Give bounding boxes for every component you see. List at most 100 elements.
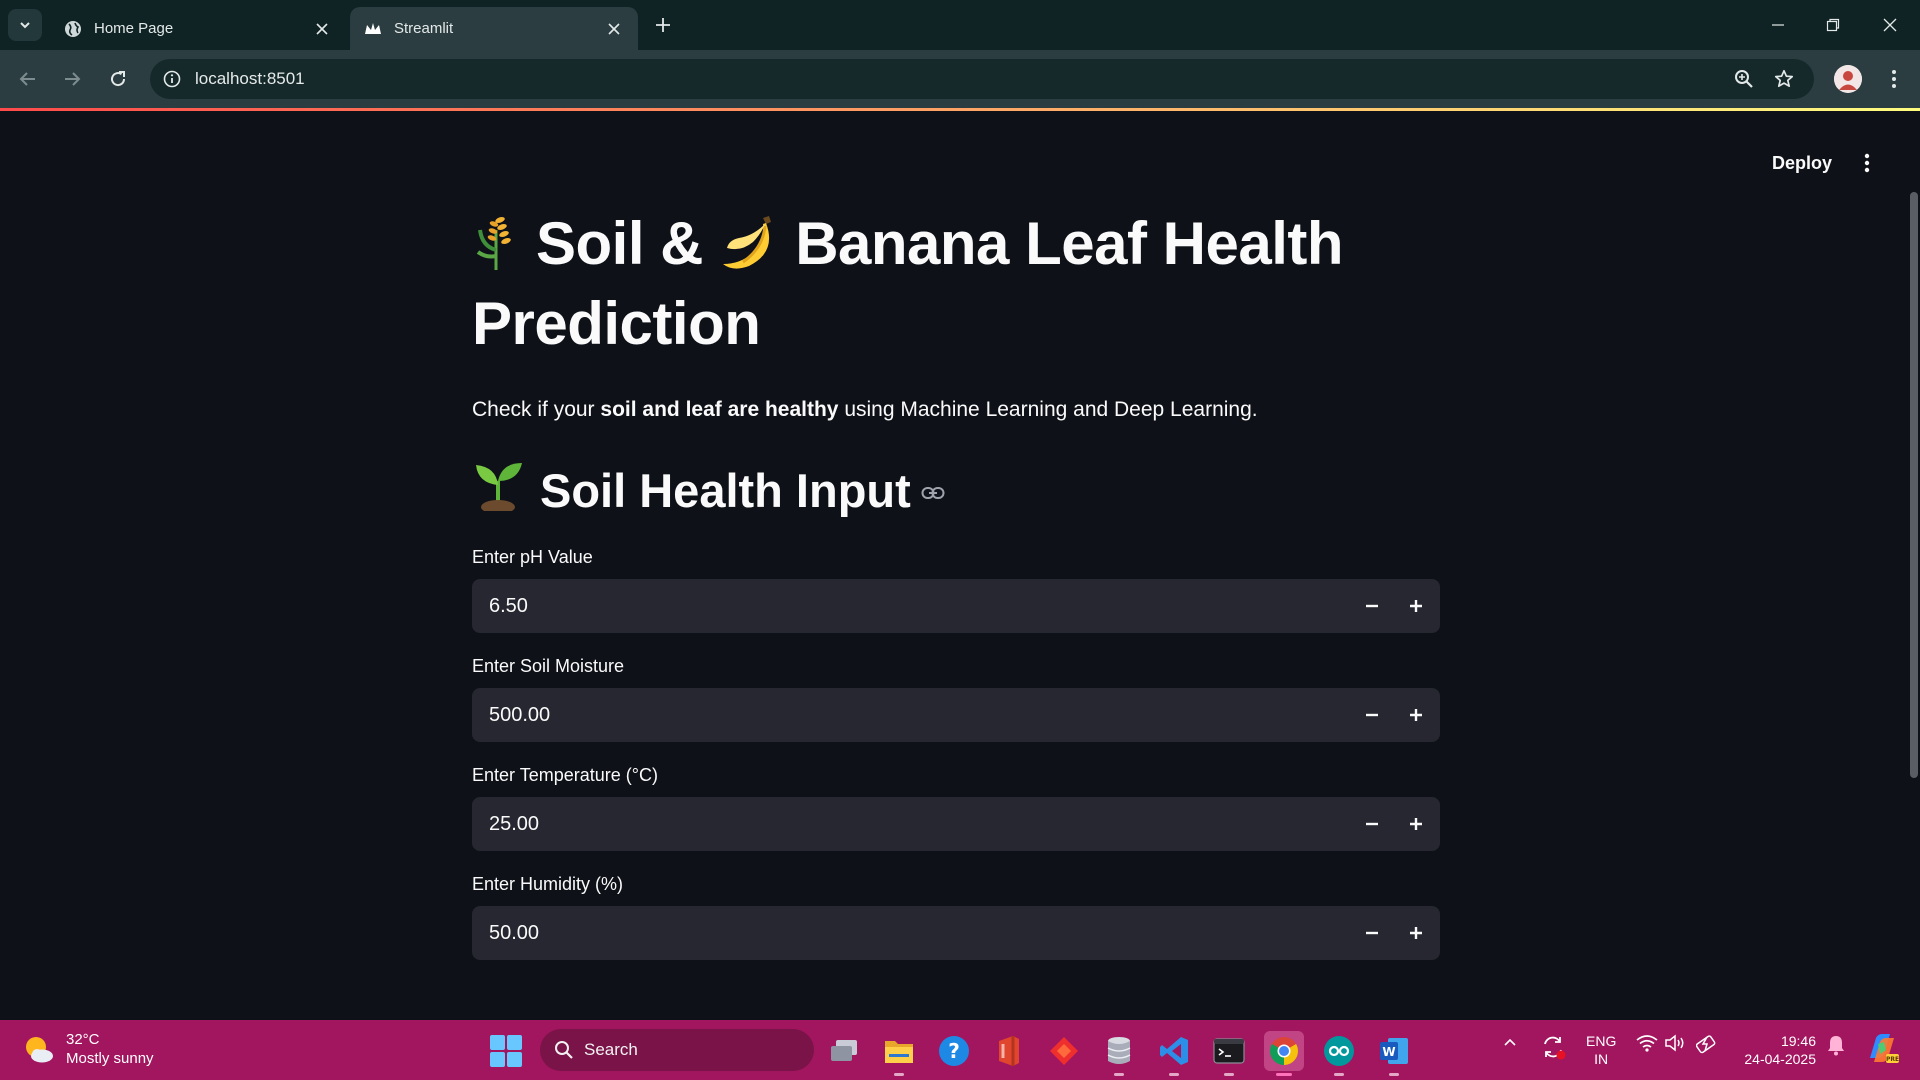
volume-button[interactable] [1665, 1034, 1687, 1052]
new-tab-button[interactable] [650, 12, 676, 38]
temperature-label: Enter Temperature (°C) [472, 765, 658, 785]
weather-widget[interactable]: 32°C Mostly sunny [22, 1030, 154, 1068]
ph-decrement-button[interactable] [1350, 579, 1394, 633]
notifications-button[interactable] [1826, 1034, 1846, 1056]
language-indicator[interactable]: ENG IN [1586, 1032, 1616, 1068]
plus-icon [1410, 709, 1422, 721]
restore-button[interactable] [1815, 10, 1851, 40]
database-app-button[interactable] [1099, 1031, 1139, 1076]
browser-menu-button[interactable] [1878, 63, 1910, 95]
app-menu-button[interactable] [1850, 146, 1884, 180]
anchor-link-icon[interactable] [921, 486, 945, 500]
office-button[interactable] [989, 1031, 1029, 1071]
speaker-icon [1665, 1034, 1684, 1052]
back-button[interactable] [12, 63, 44, 95]
office-icon [999, 1036, 1019, 1066]
humidity-increment-button[interactable] [1394, 906, 1438, 960]
ph-number-input: 6.50 [472, 579, 1440, 633]
close-window-button[interactable] [1872, 10, 1908, 40]
tab-search-button[interactable] [8, 9, 42, 41]
sync-status-button[interactable] [1540, 1034, 1566, 1060]
arrow-right-icon [65, 72, 81, 86]
battery-charging-icon [1696, 1035, 1716, 1054]
wifi-icon [1636, 1035, 1658, 1052]
streamlit-crown-icon [364, 20, 382, 38]
forward-button[interactable] [56, 63, 88, 95]
terminal-button[interactable] [1209, 1031, 1249, 1076]
profile-avatar[interactable] [1834, 65, 1862, 93]
deploy-button[interactable]: Deploy [1760, 146, 1844, 180]
reload-icon [111, 71, 126, 87]
description-text-end: using Machine Learning and Deep Learning… [838, 398, 1258, 421]
ph-input[interactable]: 6.50 [472, 595, 1350, 618]
temperature-decrement-button[interactable] [1350, 797, 1394, 851]
taskbar-search[interactable]: Search [540, 1029, 814, 1071]
minus-icon [1366, 822, 1378, 826]
page-title: Soil & Banana Leaf Health Prediction [472, 208, 1440, 360]
temperature-increment-button[interactable] [1394, 797, 1438, 851]
get-help-button[interactable]: ? [934, 1031, 974, 1071]
terminal-icon [1213, 1038, 1245, 1064]
moisture-number-input: 500.00 [472, 688, 1440, 742]
scrollbar[interactable] [1910, 192, 1918, 778]
tab-home-page[interactable]: Home Page [50, 7, 346, 50]
vscode-button[interactable] [1154, 1031, 1194, 1076]
close-icon[interactable] [312, 19, 332, 39]
browser-tab-strip: Home Page Streamlit [0, 0, 1920, 50]
chevron-up-icon [1504, 1038, 1516, 1046]
banana-icon [719, 212, 779, 288]
moisture-increment-button[interactable] [1394, 688, 1438, 742]
clock-date: 24-04-2025 [1744, 1051, 1816, 1067]
region-code: IN [1594, 1051, 1609, 1067]
sync-icon [1544, 1036, 1566, 1060]
help-icon: ? [939, 1036, 969, 1066]
arduino-button[interactable] [1319, 1031, 1359, 1076]
chevron-down-icon [20, 22, 30, 29]
title-text-3: Prediction [472, 290, 761, 357]
zoom-icon[interactable] [1729, 64, 1759, 94]
browser-toolbar: localhost:8501 [0, 50, 1920, 108]
task-view-button[interactable] [824, 1031, 864, 1071]
close-icon [1883, 18, 1897, 32]
copilot-button[interactable]: PRE [1864, 1030, 1900, 1066]
close-icon[interactable] [604, 19, 624, 39]
chrome-button[interactable] [1264, 1031, 1304, 1076]
file-explorer-button[interactable] [879, 1031, 919, 1076]
windows-start-button[interactable] [490, 1035, 522, 1067]
clock[interactable]: 19:46 24-04-2025 [1736, 1032, 1816, 1068]
temperature-input[interactable]: 25.00 [472, 813, 1350, 836]
kebab-menu-icon [1892, 70, 1896, 88]
tab-title: Home Page [94, 20, 174, 37]
minimize-button[interactable] [1760, 10, 1796, 40]
wifi-button[interactable] [1636, 1034, 1658, 1052]
streamlit-app: Deploy Soil & Banana Leaf Health Predict… [0, 108, 1920, 1020]
rice-plant-icon [472, 212, 520, 288]
moisture-decrement-button[interactable] [1350, 688, 1394, 742]
bookmark-star-icon[interactable] [1769, 64, 1799, 94]
main-content: Soil & Banana Leaf Health Prediction Che… [472, 208, 1440, 960]
anydesk-button[interactable] [1044, 1031, 1084, 1071]
word-button[interactable]: W [1374, 1031, 1414, 1076]
address-bar[interactable]: localhost:8501 [150, 59, 1814, 99]
folder-icon [885, 1041, 913, 1063]
reload-button[interactable] [102, 63, 134, 95]
weather-temperature: 32°C [66, 1031, 100, 1048]
task-view-icon [831, 1040, 857, 1061]
site-info-icon[interactable] [157, 64, 187, 94]
minus-icon [1366, 931, 1378, 935]
humidity-decrement-button[interactable] [1350, 906, 1394, 960]
vscode-icon [1160, 1037, 1188, 1065]
show-hidden-icons-button[interactable] [1502, 1034, 1518, 1050]
temperature-field: Enter Temperature (°C) 25.00 [472, 762, 1440, 851]
plus-icon [1410, 927, 1422, 939]
copilot-icon: PRE [1870, 1034, 1899, 1063]
humidity-input[interactable]: 50.00 [472, 922, 1350, 945]
battery-button[interactable] [1696, 1034, 1718, 1054]
ph-increment-button[interactable] [1394, 579, 1438, 633]
title-text-2: Banana Leaf Health [795, 210, 1344, 277]
search-placeholder: Search [584, 1040, 638, 1059]
humidity-number-input: 50.00 [472, 906, 1440, 960]
tab-streamlit[interactable]: Streamlit [350, 7, 638, 50]
svg-text:?: ? [948, 1039, 960, 1063]
moisture-input[interactable]: 500.00 [472, 704, 1350, 727]
